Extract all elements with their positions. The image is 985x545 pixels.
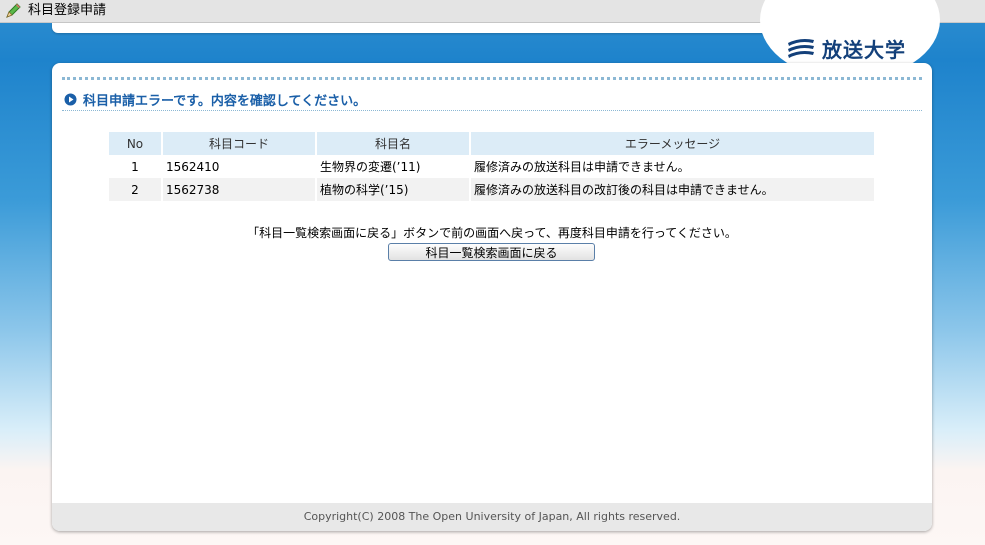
pencil-icon bbox=[6, 3, 21, 18]
row-subject-name: 生物界の変遷(’11) bbox=[317, 155, 469, 178]
row-subject-code: 1562738 bbox=[163, 178, 315, 201]
row-no: 2 bbox=[109, 178, 161, 201]
heading-divider-bottom bbox=[62, 110, 922, 111]
row-subject-code: 1562410 bbox=[163, 155, 315, 178]
logo-text: 放送大学 bbox=[822, 37, 906, 62]
university-logo: 放送大学 bbox=[786, 33, 906, 63]
error-heading: 科目申請エラーです。内容を確認してください。 bbox=[64, 89, 366, 109]
main-panel: 科目申請エラーです。内容を確認してください。 No 科目コード 科目名 エラーメ… bbox=[52, 63, 932, 531]
header-subject-name: 科目名 bbox=[317, 132, 469, 155]
row-error-message: 履修済みの放送科目は申請できません。 bbox=[471, 155, 874, 178]
footer-copyright: Copyright(C) 2008 The Open University of… bbox=[52, 503, 932, 531]
row-error-message: 履修済みの放送科目の改訂後の科目は申請できません。 bbox=[471, 178, 874, 201]
header-no: No bbox=[109, 132, 161, 155]
header-subject-code: 科目コード bbox=[163, 132, 315, 155]
header-error-message: エラーメッセージ bbox=[471, 132, 874, 155]
row-subject-name: 植物の科学(’15) bbox=[317, 178, 469, 201]
table-row: 2 1562738 植物の科学(’15) 履修済みの放送科目の改訂後の科目は申請… bbox=[109, 178, 874, 201]
error-table: No 科目コード 科目名 エラーメッセージ 1 1562410 生物界の変遷(’… bbox=[107, 132, 876, 201]
back-to-subject-search-button[interactable]: 科目一覧検索画面に戻る bbox=[388, 243, 595, 261]
row-no: 1 bbox=[109, 155, 161, 178]
circle-arrow-icon bbox=[64, 93, 77, 105]
table-header-row: No 科目コード 科目名 エラーメッセージ bbox=[109, 132, 874, 155]
error-heading-text: 科目申請エラーです。内容を確認してください。 bbox=[83, 93, 367, 109]
logo-mark-icon bbox=[788, 39, 814, 58]
window-title: 科目登録申請 bbox=[28, 3, 107, 18]
instruction-text: 「科目一覧検索画面に戻る」ボタンで前の画面へ戻って、再度科目申請を行ってください… bbox=[247, 226, 737, 240]
heading-divider-top bbox=[62, 77, 922, 80]
table-row: 1 1562410 生物界の変遷(’11) 履修済みの放送科目は申請できません。 bbox=[109, 155, 874, 178]
